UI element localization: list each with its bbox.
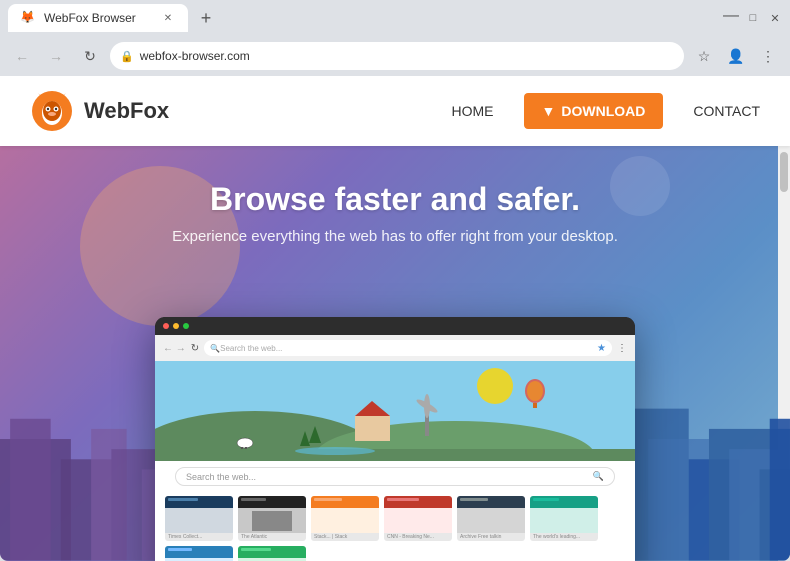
mockup-dot-yellow — [173, 323, 179, 329]
bookmark-icon[interactable]: ☆ — [690, 42, 718, 70]
mockup-search-bar: Search the web... 🔍 — [175, 467, 615, 486]
minimize-button[interactable]: — — [724, 11, 738, 25]
address-text: webfox-browser.com — [140, 49, 674, 63]
window-controls: — □ ✕ — [724, 11, 782, 25]
title-bar: 🦊 WebFox Browser ✕ + — □ ✕ — [0, 0, 790, 36]
tab-title: WebFox Browser — [44, 11, 136, 25]
hero-title: Browse faster and safer. — [210, 181, 580, 218]
scrollbar-thumb[interactable] — [780, 152, 788, 192]
download-label: DOWNLOAD — [561, 103, 645, 119]
download-arrow-icon: ▼ — [542, 103, 556, 119]
browser-window: 🦊 WebFox Browser ✕ + — □ ✕ ← → ↻ 🔒 webfo… — [0, 0, 790, 561]
nav-download-button[interactable]: ▼ DOWNLOAD — [524, 93, 664, 129]
mockup-dot-green — [183, 323, 189, 329]
mockup-thumb-8: Contact Farmer | Th... — [238, 546, 306, 561]
menu-icon[interactable]: ⋮ — [754, 42, 782, 70]
forward-button[interactable]: → — [42, 42, 70, 70]
thumb-label-5: Archive Free talkin — [457, 533, 525, 541]
mockup-thumb-3: Stack... | Stack — [311, 496, 379, 541]
hero-decorative-circle-sm — [610, 156, 670, 216]
mockup-back-icon: ← → — [163, 343, 186, 354]
thumb-label-3: Stack... | Stack — [311, 533, 379, 541]
browser-mockup: ← → ↻ 🔍 Search the web... ★ ⋮ — [155, 317, 635, 561]
navigation-bar: ← → ↻ 🔒 webfox-browser.com ☆ 👤 ⋮ — [0, 36, 790, 76]
nav-home[interactable]: HOME — [452, 103, 494, 119]
mockup-banner — [155, 361, 635, 461]
site-nav: HOME ▼ DOWNLOAD CONTACT — [452, 93, 760, 129]
tab-close-button[interactable]: ✕ — [160, 10, 176, 26]
mockup-thumbnails: Times Collect... The Atlantic — [155, 492, 635, 561]
mockup-search-icon: 🔍 — [593, 471, 604, 482]
hero-section: WebFox Browse faster and safer. Experien… — [0, 146, 790, 561]
new-tab-button[interactable]: + — [192, 4, 220, 32]
hero-subtitle: Experience everything the web has to off… — [172, 228, 618, 245]
thumb-label-1: Times Collect... — [165, 533, 233, 541]
site-logo: WebFox — [30, 89, 169, 133]
mockup-thumb-5: Archive Free talkin — [457, 496, 525, 541]
mockup-menu-icon: ⋮ — [617, 343, 627, 354]
maximize-button[interactable]: □ — [746, 11, 760, 25]
back-button[interactable]: ← — [8, 42, 36, 70]
tab-favicon: 🦊 — [20, 10, 36, 26]
mockup-content: Search the web... 🔍 Times Collect... — [155, 361, 635, 561]
mockup-thumb-2: The Atlantic — [238, 496, 306, 541]
nav-right-icons: ☆ 👤 ⋮ — [690, 42, 782, 70]
nav-contact[interactable]: CONTACT — [693, 103, 760, 119]
mockup-thumb-4: CNN - Breaking Ne... — [384, 496, 452, 541]
web-content: WebFox HOME ▼ DOWNLOAD CONTACT — [0, 76, 790, 561]
mockup-star-icon: ★ — [597, 343, 606, 354]
mockup-address-text: Search the web... — [220, 344, 597, 353]
mockup-reload-icon: ↻ — [191, 343, 199, 354]
mockup-search-text: Search the web... — [186, 472, 588, 482]
mockup-thumb-7: Linux Station Next... — [165, 546, 233, 561]
thumb-label-2: The Atlantic — [238, 533, 306, 541]
reload-button[interactable]: ↻ — [76, 42, 104, 70]
lock-icon: 🔒 — [120, 50, 134, 63]
active-tab[interactable]: 🦊 WebFox Browser ✕ — [8, 4, 188, 32]
mockup-thumb-1: Times Collect... — [165, 496, 233, 541]
mockup-dot-red — [163, 323, 169, 329]
site-header: WebFox HOME ▼ DOWNLOAD CONTACT — [0, 76, 790, 146]
logo-icon — [30, 89, 74, 133]
mockup-navbar: ← → ↻ 🔍 Search the web... ★ ⋮ — [155, 335, 635, 361]
close-button[interactable]: ✕ — [768, 11, 782, 25]
mockup-address-bar: 🔍 Search the web... ★ — [204, 340, 612, 356]
mockup-thumb-6: The world's leading... — [530, 496, 598, 541]
profile-icon[interactable]: 👤 — [722, 42, 750, 70]
address-bar[interactable]: 🔒 webfox-browser.com — [110, 42, 684, 70]
thumb-label-4: CNN - Breaking Ne... — [384, 533, 452, 541]
thumb-label-6: The world's leading... — [530, 533, 598, 541]
mockup-titlebar — [155, 317, 635, 335]
logo-text: WebFox — [84, 98, 169, 124]
title-bar-left: 🦊 WebFox Browser ✕ + — [8, 4, 724, 32]
